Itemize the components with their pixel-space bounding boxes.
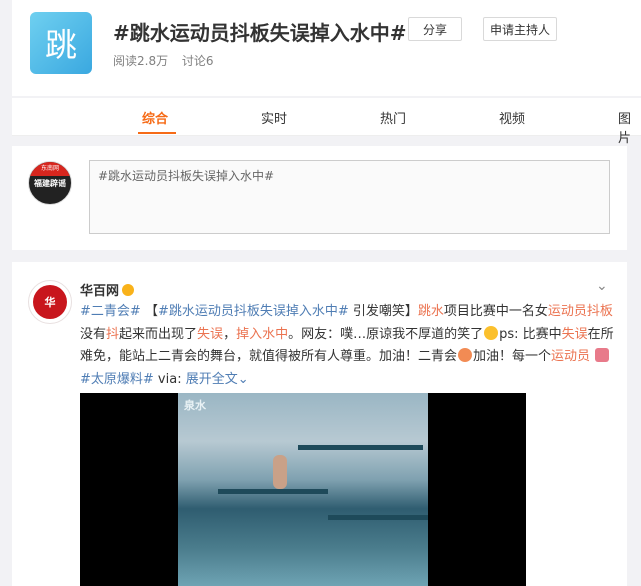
tab-comprehensive[interactable]: 综合 bbox=[142, 108, 168, 127]
chevron-down-icon[interactable]: ⌄ bbox=[596, 278, 608, 294]
author-name-text[interactable]: 华百网 bbox=[80, 284, 119, 299]
text-segment: 。网友：噗…原谅我不厚道的笑了 bbox=[288, 326, 484, 342]
tab-video[interactable]: 视频 bbox=[499, 108, 525, 127]
text-segment: via: bbox=[153, 371, 186, 387]
active-tab-indicator bbox=[138, 132, 176, 134]
share-button[interactable]: 分享 bbox=[408, 17, 462, 41]
text-segment: 起来而出现了 bbox=[119, 326, 198, 342]
avatar[interactable]: 东南网 福建辟谣 bbox=[28, 161, 72, 205]
tab-hot[interactable]: 热门 bbox=[380, 108, 406, 127]
hashtag-link[interactable]: #二青会# bbox=[80, 304, 141, 319]
tab-images[interactable]: 图片 bbox=[618, 108, 641, 146]
feed-post: 华 华百网 ⌄ #二青会# 【#跳水运动员抖板失误掉入水中# 引发嘲笑】跳水项目… bbox=[12, 262, 627, 586]
avatar-banner: 东南网 bbox=[29, 162, 71, 176]
text-segment: 加油！每一个 bbox=[473, 349, 552, 364]
expand-full-text-link[interactable]: 展开全文 bbox=[186, 372, 238, 387]
read-count: 阅读2.8万 bbox=[113, 54, 169, 68]
author-avatar-logo: 华 bbox=[33, 285, 67, 319]
post-composer: 东南网 福建辟谣 #跳水运动员抖板失误掉入水中# bbox=[12, 146, 627, 250]
tab-realtime[interactable]: 实时 bbox=[261, 108, 287, 127]
text-segment: ， bbox=[223, 326, 237, 342]
keyword-highlight: 失误 bbox=[197, 326, 224, 342]
post-body: #二青会# 【#跳水运动员抖板失误掉入水中# 引发嘲笑】跳水项目比赛中一名女运动… bbox=[80, 301, 616, 391]
laugh-emoji-icon bbox=[484, 325, 499, 340]
topic-stats: 阅读2.8万 讨论6 bbox=[113, 52, 224, 69]
text-segment: 【 bbox=[144, 304, 158, 319]
avatar-label: 福建辟谣 bbox=[34, 179, 66, 188]
cheer-emoji-icon bbox=[458, 348, 473, 362]
author-avatar[interactable]: 华 bbox=[28, 280, 72, 324]
topic-title: #跳水运动员抖板失误掉入水中# bbox=[113, 21, 407, 45]
topic-icon: 跳 bbox=[30, 12, 92, 74]
text-segment: ps: 比赛中 bbox=[499, 326, 562, 342]
discussion-count: 讨论6 bbox=[181, 54, 214, 68]
text-segment: 引发嘲笑】 bbox=[348, 304, 418, 319]
diver-figure bbox=[273, 455, 287, 489]
hashtag-link[interactable]: #太原爆料# bbox=[80, 372, 154, 387]
family-emoji-icon bbox=[595, 348, 610, 362]
chevron-down-icon[interactable]: ⌄ bbox=[238, 372, 249, 387]
platform-shape bbox=[328, 515, 428, 520]
tab-bar: 综合 实时 热门 视频 图片 bbox=[12, 98, 641, 146]
apply-host-button[interactable]: 申请主持人 bbox=[483, 17, 557, 41]
hashtag-link[interactable]: #跳水运动员抖板失误掉入水中# bbox=[158, 304, 349, 319]
video-frame: 泉水 bbox=[178, 393, 428, 586]
member-badge-icon bbox=[122, 284, 135, 296]
keyword-highlight: 掉入水中 bbox=[236, 326, 289, 342]
keyword-highlight: 跳水 bbox=[417, 304, 444, 319]
platform-shape bbox=[298, 445, 423, 450]
video-banner-text: 泉水 bbox=[184, 399, 206, 412]
compose-textarea[interactable]: #跳水运动员抖板失误掉入水中# bbox=[89, 160, 610, 234]
video-player[interactable]: 泉水 bbox=[80, 393, 526, 586]
keyword-highlight: 运动员 bbox=[551, 349, 591, 364]
keyword-highlight: 运动员抖板 bbox=[547, 304, 613, 319]
platform-shape bbox=[218, 489, 328, 494]
author-name[interactable]: 华百网 bbox=[80, 280, 135, 299]
keyword-highlight: 抖 bbox=[106, 326, 120, 342]
topic-header: 跳 #跳水运动员抖板失误掉入水中# 分享 申请主持人 阅读2.8万 讨论6 bbox=[12, 0, 641, 96]
keyword-highlight: 失误 bbox=[561, 326, 588, 342]
text-segment: 没有 bbox=[80, 326, 107, 342]
text-segment: 项目比赛中一名女 bbox=[443, 304, 548, 319]
